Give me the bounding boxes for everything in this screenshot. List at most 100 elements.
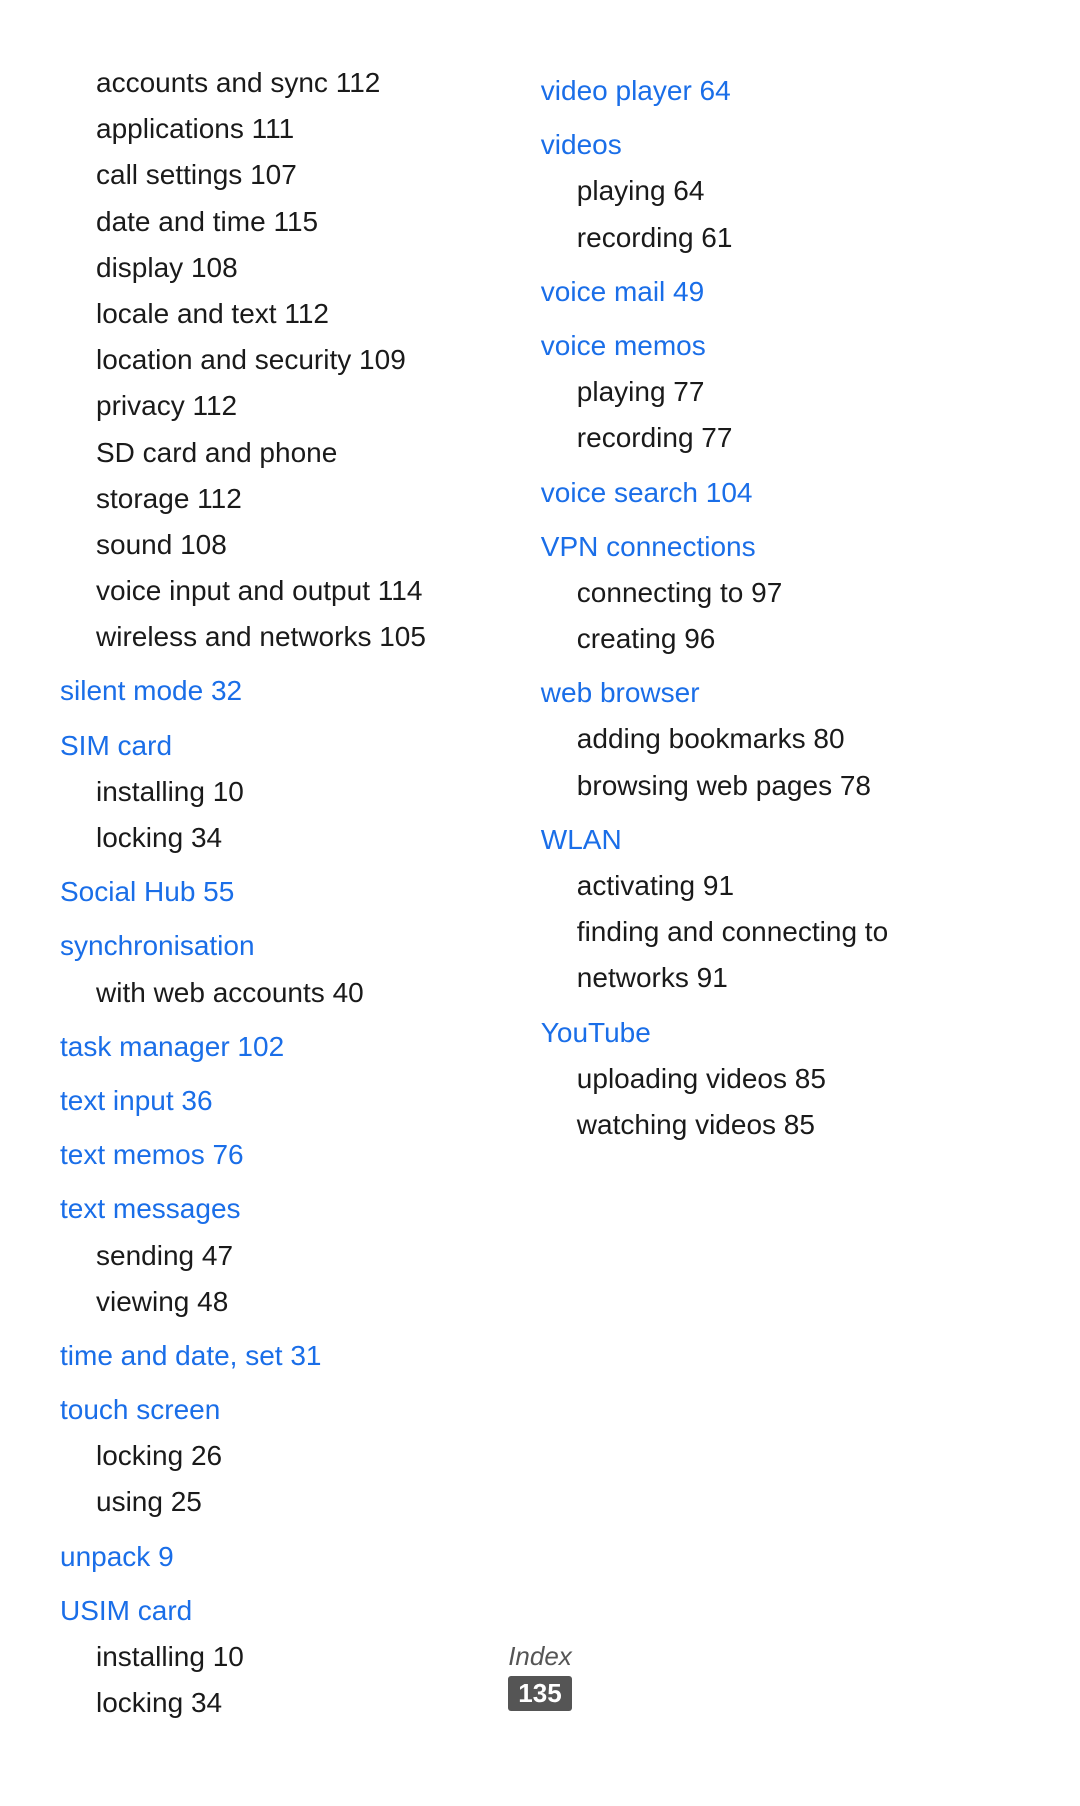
list-item: SD card and phone (60, 430, 501, 476)
index-term: networks (577, 962, 689, 993)
index-term: location and security (96, 344, 351, 375)
list-item: wireless and networks 105 (60, 614, 501, 660)
index-page: 40 (325, 977, 364, 1008)
index-term: YouTube (541, 1017, 651, 1048)
index-term: privacy (96, 390, 185, 421)
index-page: 114 (370, 575, 422, 606)
list-item: web browser (541, 670, 1020, 716)
index-page: 105 (371, 621, 426, 652)
list-item: task manager 102 (60, 1024, 501, 1070)
index-term: browsing web pages (577, 770, 832, 801)
index-page: 102 (230, 1031, 285, 1062)
index-page: 107 (242, 159, 297, 190)
list-item: video player 64 (541, 68, 1020, 114)
index-page: 112 (277, 298, 329, 329)
list-item: viewing 48 (60, 1279, 501, 1325)
left-column: accounts and sync 112applications 111cal… (60, 60, 521, 1726)
index-page: 25 (163, 1486, 202, 1517)
list-item: sending 47 (60, 1233, 501, 1279)
index-term: applications (96, 113, 244, 144)
index-term: VPN connections (541, 531, 756, 562)
index-page: 76 (205, 1139, 244, 1170)
index-page: 34 (183, 822, 222, 853)
index-page: 108 (172, 529, 227, 560)
index-page: 104 (698, 477, 753, 508)
list-item: voice mail 49 (541, 269, 1020, 315)
list-item: privacy 112 (60, 383, 501, 429)
index-term: SIM card (60, 730, 172, 761)
list-item: using 25 (60, 1479, 501, 1525)
index-page: 32 (203, 675, 242, 706)
index-page: 49 (665, 276, 704, 307)
index-term: accounts and sync (96, 67, 328, 98)
list-item: networks 91 (541, 955, 1020, 1001)
list-item: watching videos 85 (541, 1102, 1020, 1148)
index-page: 112 (185, 390, 237, 421)
index-page: 115 (266, 206, 318, 237)
list-item: creating 96 (541, 616, 1020, 662)
list-item: sound 108 (60, 522, 501, 568)
index-page: 47 (194, 1240, 233, 1271)
index-term: activating (577, 870, 695, 901)
footer-label: Index (0, 1641, 1080, 1672)
index-term: voice input and output (96, 575, 370, 606)
index-page: 91 (689, 962, 728, 993)
index-page: 108 (183, 252, 238, 283)
list-item: synchronisation (60, 923, 501, 969)
list-item: call settings 107 (60, 152, 501, 198)
list-item: WLAN (541, 817, 1020, 863)
list-item: storage 112 (60, 476, 501, 522)
index-term: unpack (60, 1541, 150, 1572)
index-page: 31 (283, 1340, 322, 1371)
list-item: USIM card (60, 1588, 501, 1634)
index-page: 64 (666, 175, 705, 206)
index-page: 78 (832, 770, 871, 801)
index-page: 97 (743, 577, 782, 608)
list-item: recording 61 (541, 215, 1020, 261)
list-item: time and date, set 31 (60, 1333, 501, 1379)
index-term: connecting to (577, 577, 744, 608)
index-term: text memos (60, 1139, 205, 1170)
page-footer: Index 135 (0, 1641, 1080, 1711)
list-item: text messages (60, 1186, 501, 1232)
list-item: text input 36 (60, 1078, 501, 1124)
list-item: playing 64 (541, 168, 1020, 214)
index-page: 96 (676, 623, 715, 654)
list-item: display 108 (60, 245, 501, 291)
index-term: locking (96, 822, 183, 853)
right-column: video player 64videosplaying 64recording… (521, 60, 1020, 1726)
index-term: web browser (541, 677, 700, 708)
list-item: locking 26 (60, 1433, 501, 1479)
index-term: call settings (96, 159, 242, 190)
page-content: accounts and sync 112applications 111cal… (60, 60, 1020, 1726)
index-page: 112 (328, 67, 380, 98)
index-term: viewing (96, 1286, 189, 1317)
list-item: SIM card (60, 723, 501, 769)
index-term: finding and connecting to (577, 916, 888, 947)
index-term: recording (577, 422, 694, 453)
list-item: unpack 9 (60, 1534, 501, 1580)
list-item: voice input and output 114 (60, 568, 501, 614)
list-item: with web accounts 40 (60, 970, 501, 1016)
list-item: uploading videos 85 (541, 1056, 1020, 1102)
list-item: browsing web pages 78 (541, 763, 1020, 809)
index-term: videos (541, 129, 622, 160)
index-term: watching videos (577, 1109, 776, 1140)
index-page: 77 (694, 422, 733, 453)
list-item: connecting to 97 (541, 570, 1020, 616)
list-item: finding and connecting to (541, 909, 1020, 955)
index-term: creating (577, 623, 677, 654)
index-term: adding bookmarks (577, 723, 806, 754)
index-term: video player (541, 75, 692, 106)
index-page: 36 (174, 1085, 213, 1116)
list-item: text memos 76 (60, 1132, 501, 1178)
index-page: 85 (787, 1063, 826, 1094)
index-term: with web accounts (96, 977, 325, 1008)
index-page: 91 (695, 870, 734, 901)
index-term: locking (96, 1440, 183, 1471)
index-term: touch screen (60, 1394, 220, 1425)
index-page: 112 (189, 483, 241, 514)
index-term: playing (577, 175, 666, 206)
index-term: voice search (541, 477, 698, 508)
index-term: Social Hub (60, 876, 195, 907)
